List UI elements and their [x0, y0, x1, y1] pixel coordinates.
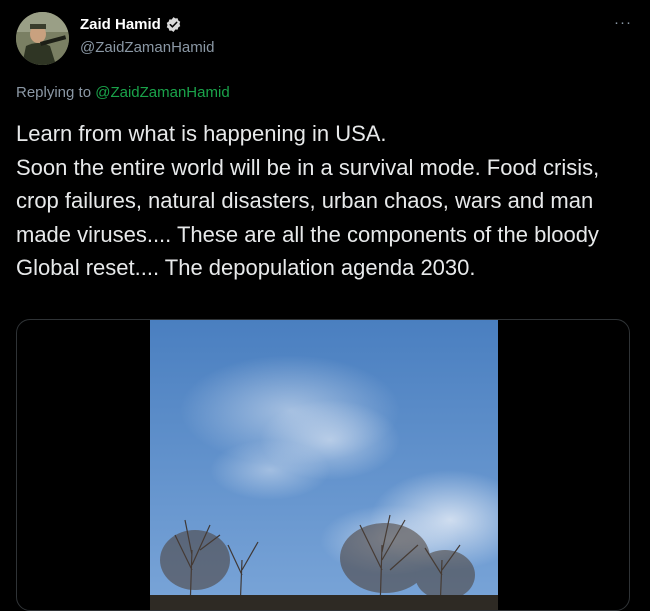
- video-thumbnail[interactable]: [150, 320, 498, 610]
- avatar-image: [16, 12, 69, 65]
- replying-to: Replying to @ZaidZamanHamid: [16, 84, 230, 101]
- tweet[interactable]: Zaid Hamid @ZaidZamanHamid ··· Replying …: [0, 0, 650, 611]
- more-options-icon[interactable]: ···: [614, 14, 632, 31]
- author-name-row[interactable]: Zaid Hamid: [80, 16, 182, 33]
- avatar[interactable]: [16, 12, 69, 65]
- media-container[interactable]: [16, 319, 630, 611]
- replying-to-label: Replying to: [16, 84, 96, 101]
- author-display-name[interactable]: Zaid Hamid: [80, 16, 161, 33]
- verified-badge-icon: [165, 16, 182, 33]
- author-handle[interactable]: @ZaidZamanHamid: [80, 39, 214, 56]
- tweet-text: Learn from what is happening in USA. Soo…: [16, 117, 628, 285]
- tweet-text-line-1: Learn from what is happening in USA.: [16, 121, 387, 146]
- replying-to-handle-link[interactable]: @ZaidZamanHamid: [95, 84, 229, 101]
- tweet-text-line-2: Soon the entire world will be in a survi…: [16, 154, 600, 281]
